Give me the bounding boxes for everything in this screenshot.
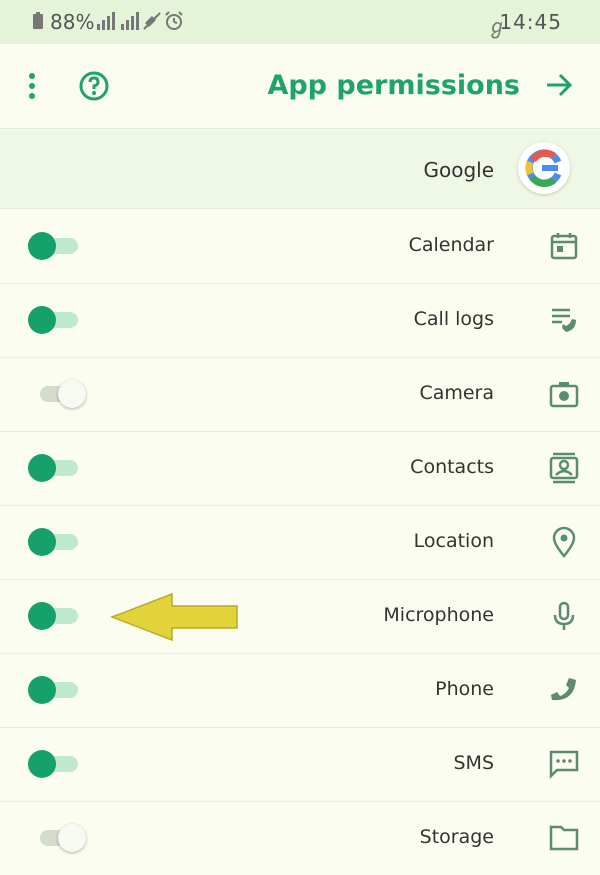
battery-icon bbox=[33, 12, 43, 29]
permission-list: Calendar Call logs Camera Contacts Locat… bbox=[0, 210, 600, 875]
permission-row-phone[interactable]: Phone bbox=[0, 654, 600, 728]
permission-row-contacts[interactable]: Contacts bbox=[0, 432, 600, 506]
call-log-icon bbox=[552, 308, 576, 332]
status-bar: 88% ℊ 14:45 bbox=[0, 0, 600, 44]
microphone-icon bbox=[553, 601, 575, 630]
phone-toggle[interactable] bbox=[26, 676, 78, 704]
location-toggle[interactable] bbox=[26, 528, 78, 556]
sms-toggle[interactable] bbox=[26, 750, 78, 778]
camera-icon bbox=[549, 382, 579, 408]
storage-icon bbox=[549, 825, 579, 851]
storage-toggle[interactable] bbox=[26, 824, 86, 852]
permission-row-storage[interactable]: Storage bbox=[0, 802, 600, 875]
contacts-icon bbox=[549, 452, 579, 484]
permission-label: Phone bbox=[435, 678, 494, 700]
alarm-icon bbox=[165, 11, 183, 30]
permission-row-call-logs[interactable]: Call logs bbox=[0, 284, 600, 358]
signal-icon bbox=[97, 12, 115, 30]
permission-label: Location bbox=[413, 530, 494, 552]
calendar-icon bbox=[550, 233, 578, 260]
signal-icon bbox=[121, 12, 139, 30]
app-bar: App permissions bbox=[0, 44, 600, 129]
help-icon[interactable] bbox=[78, 70, 110, 102]
more-vert-icon[interactable] bbox=[22, 70, 42, 102]
permission-label: SMS bbox=[453, 752, 494, 774]
microphone-toggle[interactable] bbox=[26, 602, 78, 630]
camera-toggle[interactable] bbox=[26, 380, 86, 408]
sms-icon bbox=[549, 750, 579, 780]
permission-row-location[interactable]: Location bbox=[0, 506, 600, 580]
permission-row-calendar[interactable]: Calendar bbox=[0, 210, 600, 284]
location-icon bbox=[552, 526, 576, 558]
battery-percent: 88% bbox=[50, 10, 95, 34]
yellow-arrow-icon bbox=[110, 592, 238, 642]
calendar-toggle[interactable] bbox=[26, 232, 78, 260]
app-header: Google bbox=[0, 130, 600, 209]
phone-icon bbox=[551, 678, 576, 701]
permission-row-sms[interactable]: SMS bbox=[0, 728, 600, 802]
page-title: App permissions bbox=[267, 70, 520, 101]
app-name: Google bbox=[423, 158, 494, 182]
call-logs-toggle[interactable] bbox=[26, 306, 78, 334]
permission-label: Call logs bbox=[413, 308, 494, 330]
permission-row-camera[interactable]: Camera bbox=[0, 358, 600, 432]
permission-label: Contacts bbox=[410, 456, 494, 478]
google-logo-icon bbox=[518, 142, 570, 194]
clock: 14:45 bbox=[499, 10, 562, 34]
arrow-icon[interactable] bbox=[544, 70, 574, 100]
contacts-toggle[interactable] bbox=[26, 454, 78, 482]
permission-label: Microphone bbox=[383, 604, 494, 626]
mute-icon bbox=[143, 12, 161, 30]
permission-label: Storage bbox=[419, 826, 494, 848]
permission-row-microphone[interactable]: Microphone bbox=[0, 580, 600, 654]
permission-label: Camera bbox=[419, 382, 494, 404]
permission-label: Calendar bbox=[408, 234, 494, 256]
